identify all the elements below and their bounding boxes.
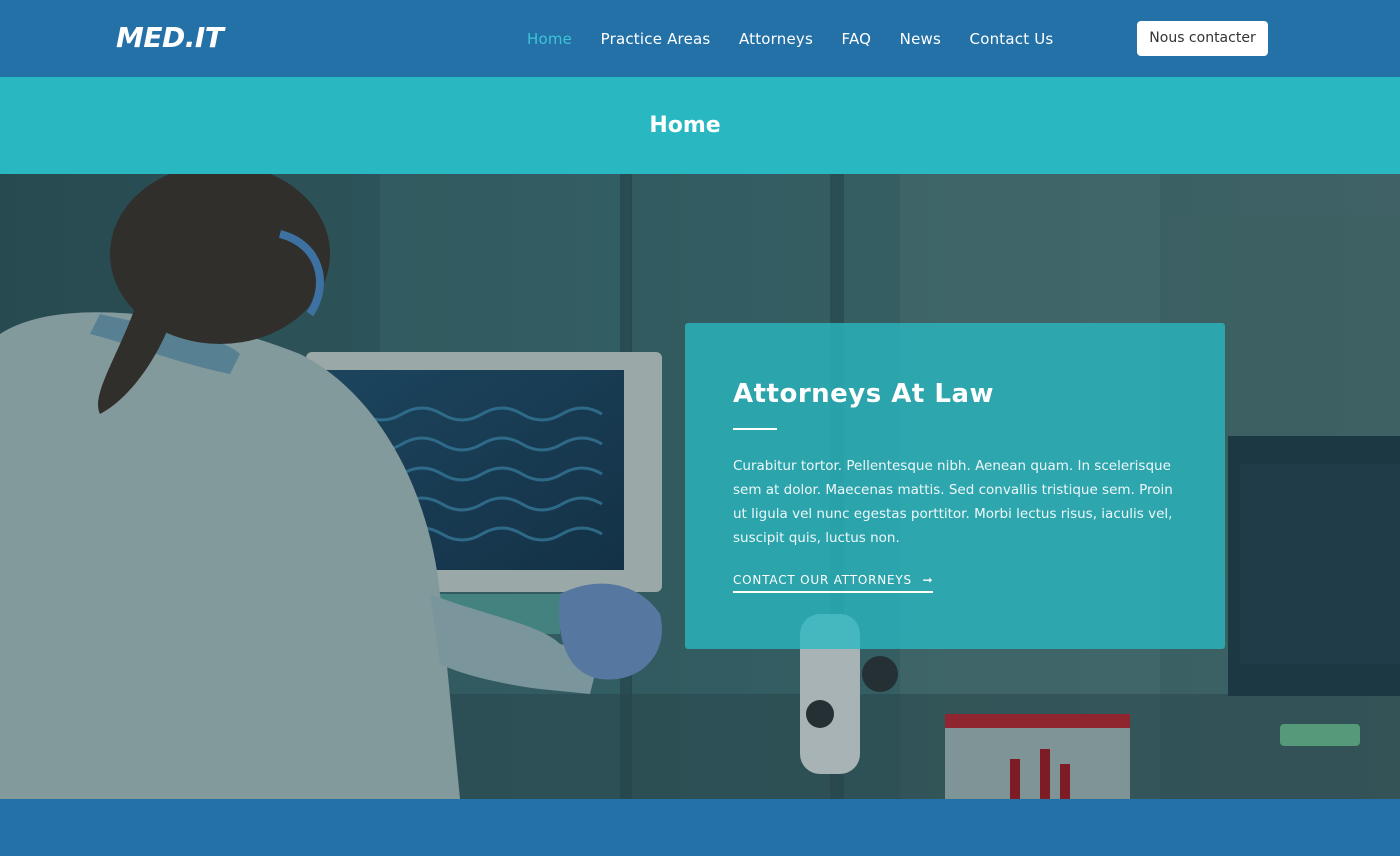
site-header: MED.IT Home Practice Areas Attorneys FAQ… [0, 0, 1400, 77]
nav-item-practice-areas[interactable]: Practice Areas [601, 27, 711, 51]
site-logo[interactable]: MED.IT [116, 20, 224, 56]
nav-item-contact-us[interactable]: Contact Us [970, 27, 1054, 51]
hero-section: Attorneys At Law Curabitur tortor. Pelle… [0, 174, 1400, 799]
nav-item-faq[interactable]: FAQ [842, 27, 872, 51]
nav-item-news[interactable]: News [900, 27, 941, 51]
hero-body-text: Curabitur tortor. Pellentesque nibh. Aen… [733, 458, 1173, 546]
hero-card: Attorneys At Law Curabitur tortor. Pelle… [685, 323, 1225, 649]
nav-item-home[interactable]: Home [527, 27, 572, 51]
nav-item-attorneys[interactable]: Attorneys [739, 27, 813, 51]
page-title: Home [649, 113, 721, 138]
contact-attorneys-link[interactable]: CONTACT OUR ATTORNEYS ➞ [733, 571, 934, 593]
contact-attorneys-label: CONTACT OUR ATTORNEYS [733, 573, 912, 587]
heading-divider [733, 428, 777, 430]
footer-band [0, 799, 1400, 856]
main-nav: Home Practice Areas Attorneys FAQ News C… [527, 27, 1082, 51]
contact-button[interactable]: Nous contacter [1137, 21, 1268, 56]
hero-heading: Attorneys At Law [733, 379, 995, 409]
page-title-bar: Home [0, 77, 1400, 174]
arrow-right-icon: ➞ [922, 573, 934, 587]
